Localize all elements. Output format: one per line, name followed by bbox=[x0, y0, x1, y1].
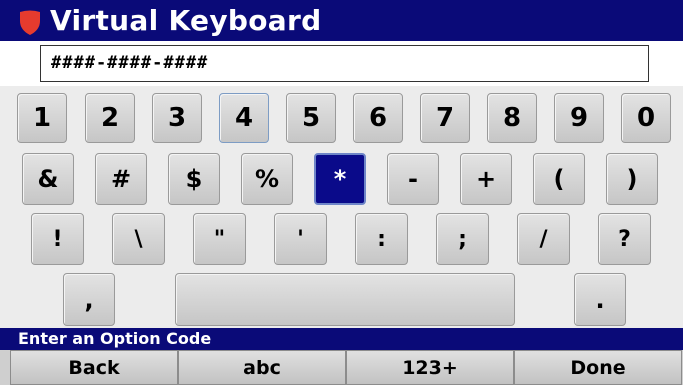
key-double-quote[interactable]: " bbox=[193, 213, 246, 265]
key-1[interactable]: 1 bbox=[17, 93, 67, 143]
key-single-quote[interactable]: ' bbox=[274, 213, 327, 265]
key-8[interactable]: 8 bbox=[487, 93, 537, 143]
key-close-paren[interactable]: ) bbox=[606, 153, 658, 205]
status-message: Enter an Option Code bbox=[0, 328, 683, 350]
key-colon[interactable]: : bbox=[355, 213, 408, 265]
key-exclamation[interactable]: ! bbox=[31, 213, 84, 265]
key-2[interactable]: 2 bbox=[85, 93, 135, 143]
key-asterisk[interactable]: * bbox=[314, 153, 366, 205]
key-slash[interactable]: / bbox=[517, 213, 570, 265]
key-comma[interactable]: , bbox=[63, 273, 115, 326]
key-dollar[interactable]: $ bbox=[168, 153, 220, 205]
key-percent[interactable]: % bbox=[241, 153, 293, 205]
option-code-field[interactable]: ####-####-#### bbox=[40, 45, 649, 82]
done-button[interactable]: Done bbox=[514, 350, 682, 385]
key-0[interactable]: 0 bbox=[621, 93, 671, 143]
back-button[interactable]: Back bbox=[10, 350, 178, 385]
key-space[interactable] bbox=[175, 273, 515, 326]
softkey-bar: Back abc 123+ Done bbox=[0, 350, 683, 385]
key-semicolon[interactable]: ; bbox=[436, 213, 489, 265]
key-hash[interactable]: # bbox=[95, 153, 147, 205]
key-5[interactable]: 5 bbox=[286, 93, 336, 143]
red-shield-icon bbox=[20, 10, 40, 35]
key-period[interactable]: . bbox=[574, 273, 626, 326]
key-ampersand[interactable]: & bbox=[22, 153, 74, 205]
key-9[interactable]: 9 bbox=[554, 93, 604, 143]
key-3[interactable]: 3 bbox=[152, 93, 202, 143]
key-4[interactable]: 4 bbox=[219, 93, 269, 143]
key-6[interactable]: 6 bbox=[353, 93, 403, 143]
symbols-button[interactable]: 123+ bbox=[346, 350, 514, 385]
key-question[interactable]: ? bbox=[598, 213, 651, 265]
key-minus[interactable]: - bbox=[387, 153, 439, 205]
title-bar: Virtual Keyboard bbox=[0, 0, 683, 41]
key-plus[interactable]: + bbox=[460, 153, 512, 205]
page-title: Virtual Keyboard bbox=[50, 4, 322, 37]
key-7[interactable]: 7 bbox=[420, 93, 470, 143]
virtual-keyboard: 1 2 3 4 5 6 7 8 9 0 & # $ % * - + ( ) ! … bbox=[0, 86, 683, 328]
key-open-paren[interactable]: ( bbox=[533, 153, 585, 205]
abc-button[interactable]: abc bbox=[178, 350, 346, 385]
key-backslash[interactable]: \ bbox=[112, 213, 165, 265]
